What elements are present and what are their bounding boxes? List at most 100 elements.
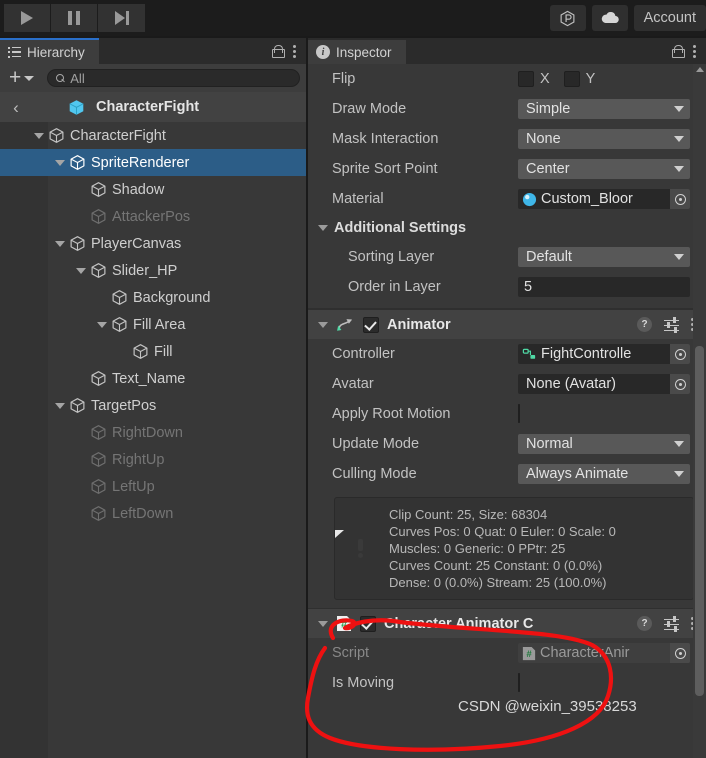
material-label: Material xyxy=(332,191,384,207)
avatar-label: Avatar xyxy=(332,376,374,392)
flip-y-checkbox[interactable] xyxy=(563,71,580,87)
tab-inspector[interactable]: i Inspector xyxy=(308,38,406,64)
hierarchy-item-shadow[interactable]: Shadow xyxy=(0,176,306,203)
hierarchy-item-characterfight[interactable]: CharacterFight xyxy=(0,122,306,149)
play-button[interactable] xyxy=(4,4,51,32)
step-button[interactable] xyxy=(98,4,145,32)
additional-settings-label: Additional Settings xyxy=(334,220,467,236)
update-mode-dropdown[interactable]: Normal xyxy=(518,434,690,454)
account-button[interactable]: Account xyxy=(633,5,706,31)
script-object-field[interactable]: # CharacterAnir xyxy=(518,643,690,663)
play-icon xyxy=(21,11,33,25)
services-button[interactable] xyxy=(549,5,586,31)
hierarchy-item-label: Shadow xyxy=(112,181,165,198)
tree-expand-arrow[interactable] xyxy=(55,402,65,409)
hierarchy-item-leftup[interactable]: LeftUp xyxy=(0,473,306,500)
pause-icon xyxy=(68,11,80,25)
hierarchy-item-attackerpos[interactable]: AttackerPos xyxy=(0,203,306,230)
sprite-sort-point-dropdown[interactable]: Center xyxy=(518,159,690,179)
chevron-down-icon[interactable] xyxy=(318,620,328,627)
step-icon xyxy=(114,11,129,25)
apply-root-motion-checkbox[interactable] xyxy=(518,404,520,423)
inspector-scrollbar[interactable] xyxy=(693,64,706,758)
hierarchy-item-targetpos[interactable]: TargetPos xyxy=(0,392,306,419)
flip-controls: X Y xyxy=(518,71,690,87)
prefab-cube-icon xyxy=(69,99,84,115)
controller-label: Controller xyxy=(332,346,395,362)
material-picker-button[interactable] xyxy=(670,189,690,209)
svg-text:#: # xyxy=(526,649,532,660)
hierarchy-item-fill-area[interactable]: Fill Area xyxy=(0,311,306,338)
inspector-lock-icon[interactable] xyxy=(672,44,685,58)
sorting-layer-dropdown[interactable]: Default xyxy=(518,247,690,267)
help-icon[interactable]: ? xyxy=(637,616,652,631)
animator-info-line: Curves Pos: 0 Quat: 0 Euler: 0 Scale: 0 xyxy=(389,524,616,539)
hierarchy-panel: Hierarchy + All ‹ CharacterFight Charact… xyxy=(0,38,306,758)
animator-enabled-checkbox[interactable] xyxy=(363,316,379,333)
culling-mode-dropdown[interactable]: Always Animate xyxy=(518,464,690,484)
preset-icon[interactable] xyxy=(664,615,679,632)
controller-object-field[interactable]: FightControlle xyxy=(518,344,690,364)
warning-icon xyxy=(345,533,377,565)
order-in-layer-input[interactable]: 5 xyxy=(518,277,690,297)
cloud-icon xyxy=(601,11,619,24)
controller-picker-button[interactable] xyxy=(670,344,690,364)
tree-expand-arrow[interactable] xyxy=(55,240,65,247)
tree-expand-arrow[interactable] xyxy=(76,267,86,274)
chevron-down-icon[interactable] xyxy=(318,321,328,328)
hierarchy-item-label: RightDown xyxy=(112,424,183,441)
tree-expand-arrow[interactable] xyxy=(55,159,65,166)
chevron-down-icon xyxy=(674,106,684,112)
search-input[interactable]: All xyxy=(47,69,300,87)
inspector-menu-icon[interactable] xyxy=(693,44,700,58)
hierarchy-item-background[interactable]: Background xyxy=(0,284,306,311)
hierarchy-item-playercanvas[interactable]: PlayerCanvas xyxy=(0,230,306,257)
avatar-object-field[interactable]: None (Avatar) xyxy=(518,374,690,394)
hierarchy-menu-icon[interactable] xyxy=(293,44,300,58)
draw-mode-value: Simple xyxy=(526,101,571,117)
preset-icon[interactable] xyxy=(664,316,679,333)
tab-hierarchy[interactable]: Hierarchy xyxy=(0,38,99,64)
draw-mode-dropdown[interactable]: Simple xyxy=(518,99,690,119)
create-button[interactable]: + xyxy=(6,67,37,88)
back-arrow-icon[interactable]: ‹ xyxy=(8,99,24,116)
character-animator-title: Character Animator C xyxy=(384,615,534,632)
tree-expand-arrow[interactable] xyxy=(34,132,44,139)
hierarchy-item-fill[interactable]: Fill xyxy=(0,338,306,365)
is-moving-checkbox[interactable] xyxy=(518,673,520,692)
tree-expand-arrow[interactable] xyxy=(97,321,107,328)
hierarchy-item-spriterenderer[interactable]: SpriteRenderer xyxy=(0,149,306,176)
script-picker-button[interactable] xyxy=(670,643,690,663)
hierarchy-item-label: CharacterFight xyxy=(70,127,166,144)
help-icon[interactable]: ? xyxy=(637,317,652,332)
row-sprite-sort-point: Sprite Sort Point Center xyxy=(308,154,706,184)
avatar-picker-button[interactable] xyxy=(670,374,690,394)
search-icon xyxy=(56,73,65,83)
scrollbar-thumb[interactable] xyxy=(695,346,704,696)
toolbar-right-group: Account xyxy=(549,0,706,36)
hierarchy-item-label: Background xyxy=(133,289,211,306)
mask-interaction-dropdown[interactable]: None xyxy=(518,129,690,149)
hierarchy-item-leftdown[interactable]: LeftDown xyxy=(0,500,306,527)
additional-settings-foldout[interactable]: Additional Settings xyxy=(308,214,706,242)
inspector-tab-icons xyxy=(672,38,700,64)
character-animator-component-header[interactable]: # Character Animator C ? xyxy=(308,608,706,638)
lock-icon[interactable] xyxy=(272,44,285,58)
hierarchy-item-rightdown[interactable]: RightDown xyxy=(0,419,306,446)
animator-component-header[interactable]: Animator ? xyxy=(308,309,706,339)
hierarchy-item-text-name[interactable]: Text_Name xyxy=(0,365,306,392)
pause-button[interactable] xyxy=(51,4,98,32)
hierarchy-item-slider-hp[interactable]: Slider_HP xyxy=(0,257,306,284)
scroll-up-arrow-icon[interactable] xyxy=(696,67,704,72)
flip-x-checkbox[interactable] xyxy=(518,71,534,87)
draw-mode-label: Draw Mode xyxy=(332,101,407,117)
material-object-field[interactable]: Custom_Bloor xyxy=(518,189,690,209)
animator-info-line: Curves Count: 25 Constant: 0 (0.0%) xyxy=(389,558,603,573)
chevron-down-icon xyxy=(674,441,684,447)
hierarchy-tab-icons xyxy=(272,38,300,64)
hierarchy-item-rightup[interactable]: RightUp xyxy=(0,446,306,473)
character-animator-enabled-checkbox[interactable] xyxy=(360,615,376,632)
cloud-button[interactable] xyxy=(591,5,628,31)
gameobject-cube-icon xyxy=(49,128,64,143)
gameobject-cube-icon xyxy=(91,425,106,440)
